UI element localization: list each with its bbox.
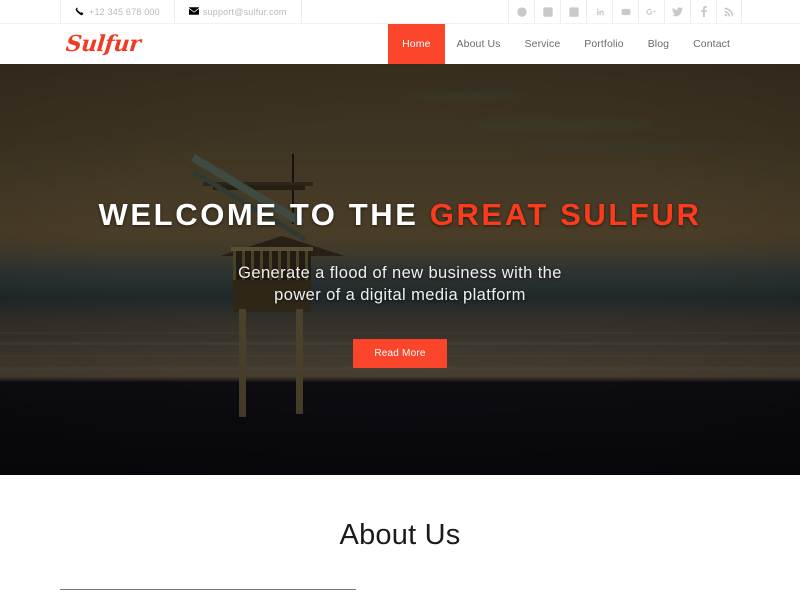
section-divider: [60, 589, 356, 590]
topbar-email[interactable]: support@sulfur.com: [173, 0, 302, 23]
hero-subtitle: Generate a flood of new business with th…: [0, 263, 800, 307]
read-more-button[interactable]: Read More: [353, 338, 447, 368]
topbar-phone[interactable]: +12 345 678 000: [60, 0, 174, 23]
top-bar: +12 345 678 000 support@sulfur.com: [0, 0, 800, 24]
hero-headline-primary: WELCOME TO THE: [98, 197, 430, 232]
skype-icon[interactable]: [508, 0, 534, 23]
nav-item-home[interactable]: Home: [388, 24, 445, 64]
facebook-icon[interactable]: [690, 0, 716, 23]
about-section-title: About Us: [339, 519, 461, 551]
hero-headline: WELCOME TO THE GREAT SULFUR: [0, 199, 800, 230]
vimeo-icon[interactable]: [534, 0, 560, 23]
topbar-phone-text: +12 345 678 000: [89, 6, 160, 17]
flickr-icon[interactable]: [560, 0, 586, 23]
main-navigation: Home About Us Service Portfolio Blog Con…: [388, 24, 742, 64]
rss-icon[interactable]: [716, 0, 742, 23]
topbar-email-text: support@sulfur.com: [202, 6, 287, 17]
about-section: About Us: [0, 475, 800, 600]
nav-item-service[interactable]: Service: [513, 24, 573, 64]
linkedin-icon[interactable]: [586, 0, 612, 23]
hero-content: WELCOME TO THE GREAT SULFUR Generate a f…: [0, 64, 800, 368]
nav-item-blog[interactable]: Blog: [636, 24, 681, 64]
phone-icon: [75, 7, 84, 16]
social-links: [508, 0, 742, 23]
nav-item-contact[interactable]: Contact: [681, 24, 742, 64]
hero-subtitle-line2: power of a digital media platform: [274, 285, 526, 304]
top-bar-contact-group: +12 345 678 000 support@sulfur.com: [60, 0, 302, 23]
googleplus-icon[interactable]: [638, 0, 664, 23]
youtube-icon[interactable]: [612, 0, 638, 23]
hero-headline-accent: GREAT SULFUR: [429, 197, 702, 232]
nav-item-portfolio[interactable]: Portfolio: [572, 24, 635, 64]
twitter-icon[interactable]: [664, 0, 690, 23]
site-header: Sulfur Home About Us Service Portfolio B…: [0, 24, 800, 64]
nav-item-about-us[interactable]: About Us: [445, 24, 513, 64]
hero-banner: WELCOME TO THE GREAT SULFUR Generate a f…: [0, 64, 800, 475]
envelope-icon: [188, 7, 199, 16]
hero-subtitle-line1: Generate a flood of new business with th…: [238, 264, 562, 282]
site-logo[interactable]: Sulfur: [65, 31, 142, 57]
